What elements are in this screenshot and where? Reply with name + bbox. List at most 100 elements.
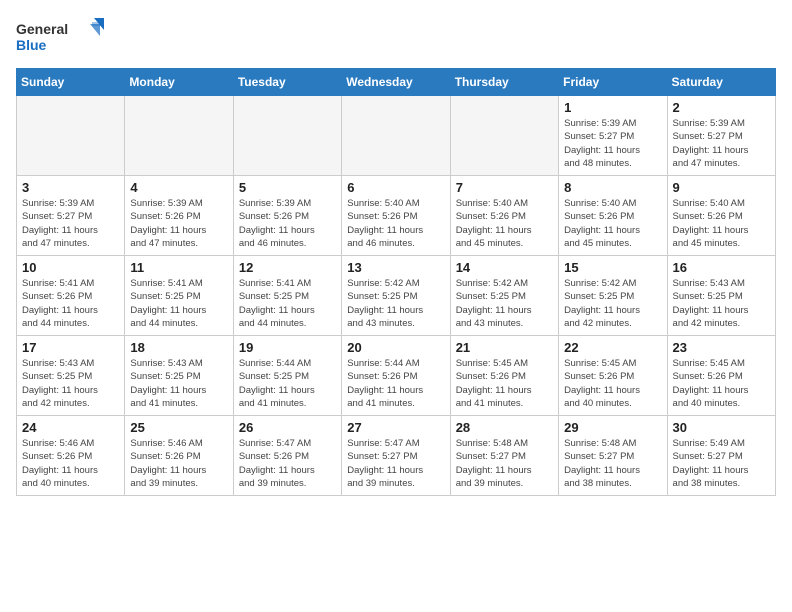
day-number: 14 — [456, 260, 553, 275]
day-number: 17 — [22, 340, 119, 355]
calendar-cell: 19 Sunrise: 5:44 AM Sunset: 5:25 PM Dayli… — [233, 336, 341, 416]
day-info: Sunrise: 5:40 AM Sunset: 5:26 PM Dayligh… — [673, 197, 770, 250]
day-info: Sunrise: 5:44 AM Sunset: 5:26 PM Dayligh… — [347, 357, 444, 410]
day-number: 6 — [347, 180, 444, 195]
calendar-cell: 12 Sunrise: 5:41 AM Sunset: 5:25 PM Dayli… — [233, 256, 341, 336]
header-thursday: Thursday — [450, 69, 558, 96]
header-saturday: Saturday — [667, 69, 775, 96]
calendar-cell: 16 Sunrise: 5:43 AM Sunset: 5:25 PM Dayli… — [667, 256, 775, 336]
day-number: 4 — [130, 180, 227, 195]
day-number: 27 — [347, 420, 444, 435]
calendar-week-1: 1 Sunrise: 5:39 AM Sunset: 5:27 PM Daylig… — [17, 96, 776, 176]
day-info: Sunrise: 5:45 AM Sunset: 5:26 PM Dayligh… — [564, 357, 661, 410]
calendar-week-2: 3 Sunrise: 5:39 AM Sunset: 5:27 PM Daylig… — [17, 176, 776, 256]
day-number: 18 — [130, 340, 227, 355]
calendar-cell — [125, 96, 233, 176]
day-number: 19 — [239, 340, 336, 355]
day-info: Sunrise: 5:40 AM Sunset: 5:26 PM Dayligh… — [347, 197, 444, 250]
day-info: Sunrise: 5:44 AM Sunset: 5:25 PM Dayligh… — [239, 357, 336, 410]
svg-text:General: General — [16, 21, 68, 37]
day-number: 23 — [673, 340, 770, 355]
day-number: 21 — [456, 340, 553, 355]
calendar-cell: 27 Sunrise: 5:47 AM Sunset: 5:27 PM Dayli… — [342, 416, 450, 496]
calendar-cell: 4 Sunrise: 5:39 AM Sunset: 5:26 PM Daylig… — [125, 176, 233, 256]
day-number: 26 — [239, 420, 336, 435]
header-sunday: Sunday — [17, 69, 125, 96]
calendar-cell: 6 Sunrise: 5:40 AM Sunset: 5:26 PM Daylig… — [342, 176, 450, 256]
calendar-cell: 13 Sunrise: 5:42 AM Sunset: 5:25 PM Dayli… — [342, 256, 450, 336]
calendar-cell: 29 Sunrise: 5:48 AM Sunset: 5:27 PM Dayli… — [559, 416, 667, 496]
day-info: Sunrise: 5:42 AM Sunset: 5:25 PM Dayligh… — [347, 277, 444, 330]
day-number: 20 — [347, 340, 444, 355]
calendar-cell: 26 Sunrise: 5:47 AM Sunset: 5:26 PM Dayli… — [233, 416, 341, 496]
day-number: 9 — [673, 180, 770, 195]
day-info: Sunrise: 5:47 AM Sunset: 5:26 PM Dayligh… — [239, 437, 336, 490]
day-info: Sunrise: 5:40 AM Sunset: 5:26 PM Dayligh… — [564, 197, 661, 250]
calendar-cell: 25 Sunrise: 5:46 AM Sunset: 5:26 PM Dayli… — [125, 416, 233, 496]
day-info: Sunrise: 5:45 AM Sunset: 5:26 PM Dayligh… — [673, 357, 770, 410]
day-info: Sunrise: 5:48 AM Sunset: 5:27 PM Dayligh… — [564, 437, 661, 490]
day-number: 5 — [239, 180, 336, 195]
day-number: 30 — [673, 420, 770, 435]
logo: General Blue — [16, 16, 106, 56]
day-info: Sunrise: 5:43 AM Sunset: 5:25 PM Dayligh… — [673, 277, 770, 330]
calendar-cell: 28Sunrise: 5:48 AM Sunset: 5:27 PM Dayli… — [450, 416, 558, 496]
day-number: 24 — [22, 420, 119, 435]
day-info: Sunrise: 5:49 AM Sunset: 5:27 PM Dayligh… — [673, 437, 770, 490]
day-info: Sunrise: 5:46 AM Sunset: 5:26 PM Dayligh… — [22, 437, 119, 490]
calendar-cell: 22 Sunrise: 5:45 AM Sunset: 5:26 PM Dayli… — [559, 336, 667, 416]
calendar-cell: 3 Sunrise: 5:39 AM Sunset: 5:27 PM Daylig… — [17, 176, 125, 256]
day-number: 12 — [239, 260, 336, 275]
calendar-week-5: 24 Sunrise: 5:46 AM Sunset: 5:26 PM Dayli… — [17, 416, 776, 496]
day-number: 2 — [673, 100, 770, 115]
day-info: Sunrise: 5:43 AM Sunset: 5:25 PM Dayligh… — [130, 357, 227, 410]
calendar-cell: 30 Sunrise: 5:49 AM Sunset: 5:27 PM Dayli… — [667, 416, 775, 496]
calendar-cell: 21 Sunrise: 5:45 AM Sunset: 5:26 PM Dayli… — [450, 336, 558, 416]
calendar-cell: 7Sunrise: 5:40 AM Sunset: 5:26 PM Daylig… — [450, 176, 558, 256]
calendar-table: SundayMondayTuesdayWednesdayThursdayFrid… — [16, 68, 776, 496]
header-friday: Friday — [559, 69, 667, 96]
day-info: Sunrise: 5:41 AM Sunset: 5:25 PM Dayligh… — [239, 277, 336, 330]
day-info: Sunrise: 5:46 AM Sunset: 5:26 PM Dayligh… — [130, 437, 227, 490]
calendar-week-3: 10 Sunrise: 5:41 AM Sunset: 5:26 PM Dayli… — [17, 256, 776, 336]
calendar-header-row: SundayMondayTuesdayWednesdayThursdayFrid… — [17, 69, 776, 96]
calendar-cell: 17Sunrise: 5:43 AM Sunset: 5:25 PM Dayli… — [17, 336, 125, 416]
calendar-cell: 11Sunrise: 5:41 AM Sunset: 5:25 PM Dayli… — [125, 256, 233, 336]
day-number: 8 — [564, 180, 661, 195]
day-number: 10 — [22, 260, 119, 275]
day-info: Sunrise: 5:39 AM Sunset: 5:26 PM Dayligh… — [239, 197, 336, 250]
calendar-cell: 23 Sunrise: 5:45 AM Sunset: 5:26 PM Dayli… — [667, 336, 775, 416]
day-number: 15 — [564, 260, 661, 275]
day-info: Sunrise: 5:39 AM Sunset: 5:27 PM Dayligh… — [564, 117, 661, 170]
calendar-cell — [233, 96, 341, 176]
calendar-cell: 10 Sunrise: 5:41 AM Sunset: 5:26 PM Dayli… — [17, 256, 125, 336]
day-info: Sunrise: 5:45 AM Sunset: 5:26 PM Dayligh… — [456, 357, 553, 410]
day-info: Sunrise: 5:41 AM Sunset: 5:26 PM Dayligh… — [22, 277, 119, 330]
day-number: 16 — [673, 260, 770, 275]
svg-text:Blue: Blue — [16, 37, 47, 53]
day-info: Sunrise: 5:39 AM Sunset: 5:27 PM Dayligh… — [673, 117, 770, 170]
header-monday: Monday — [125, 69, 233, 96]
day-number: 25 — [130, 420, 227, 435]
calendar-cell: 24 Sunrise: 5:46 AM Sunset: 5:26 PM Dayli… — [17, 416, 125, 496]
calendar-cell: 8 Sunrise: 5:40 AM Sunset: 5:26 PM Daylig… — [559, 176, 667, 256]
day-info: Sunrise: 5:39 AM Sunset: 5:26 PM Dayligh… — [130, 197, 227, 250]
day-number: 13 — [347, 260, 444, 275]
day-info: Sunrise: 5:41 AM Sunset: 5:25 PM Dayligh… — [130, 277, 227, 330]
day-number: 1 — [564, 100, 661, 115]
calendar-cell — [342, 96, 450, 176]
day-info: Sunrise: 5:39 AM Sunset: 5:27 PM Dayligh… — [22, 197, 119, 250]
calendar-cell: 18 Sunrise: 5:43 AM Sunset: 5:25 PM Dayli… — [125, 336, 233, 416]
calendar-cell: 1 Sunrise: 5:39 AM Sunset: 5:27 PM Daylig… — [559, 96, 667, 176]
day-number: 3 — [22, 180, 119, 195]
day-info: Sunrise: 5:42 AM Sunset: 5:25 PM Dayligh… — [564, 277, 661, 330]
day-number: 29 — [564, 420, 661, 435]
day-info: Sunrise: 5:48 AM Sunset: 5:27 PM Dayligh… — [456, 437, 553, 490]
calendar-cell: 20 Sunrise: 5:44 AM Sunset: 5:26 PM Dayli… — [342, 336, 450, 416]
day-number: 22 — [564, 340, 661, 355]
calendar-cell — [450, 96, 558, 176]
calendar-cell: 2 Sunrise: 5:39 AM Sunset: 5:27 PM Daylig… — [667, 96, 775, 176]
day-info: Sunrise: 5:47 AM Sunset: 5:27 PM Dayligh… — [347, 437, 444, 490]
calendar-week-4: 17 Sunrise: 5:43 AM Sunset: 5:25 PM Dayli… — [17, 336, 776, 416]
calendar-cell: 14Sunrise: 5:42 AM Sunset: 5:25 PM Dayli… — [450, 256, 558, 336]
